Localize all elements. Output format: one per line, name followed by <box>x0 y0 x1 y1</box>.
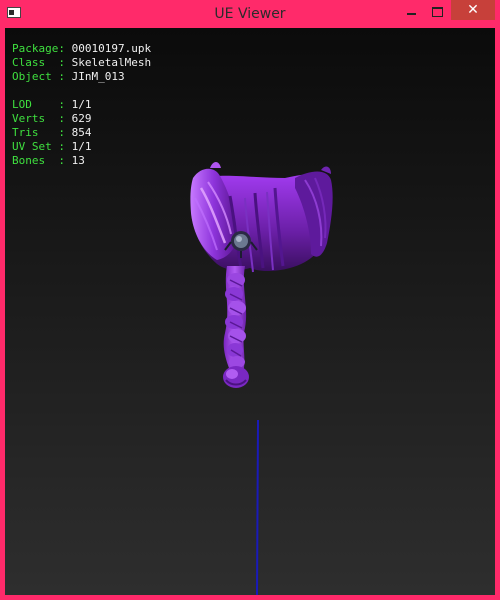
axis-line <box>256 419 259 595</box>
minimize-button[interactable] <box>398 2 424 22</box>
skeletal-mesh-render <box>190 162 333 595</box>
close-button[interactable]: ✕ <box>451 0 495 20</box>
app-window: UE Viewer ✕ Package: 00010197.upk Class … <box>0 0 500 600</box>
hair-braid <box>223 266 249 388</box>
3d-viewport[interactable]: Package: 00010197.upk Class : SkeletalMe… <box>5 28 495 595</box>
close-icon: ✕ <box>467 2 479 18</box>
maximize-button[interactable] <box>424 2 450 22</box>
title-bar[interactable]: UE Viewer ✕ <box>0 0 500 28</box>
